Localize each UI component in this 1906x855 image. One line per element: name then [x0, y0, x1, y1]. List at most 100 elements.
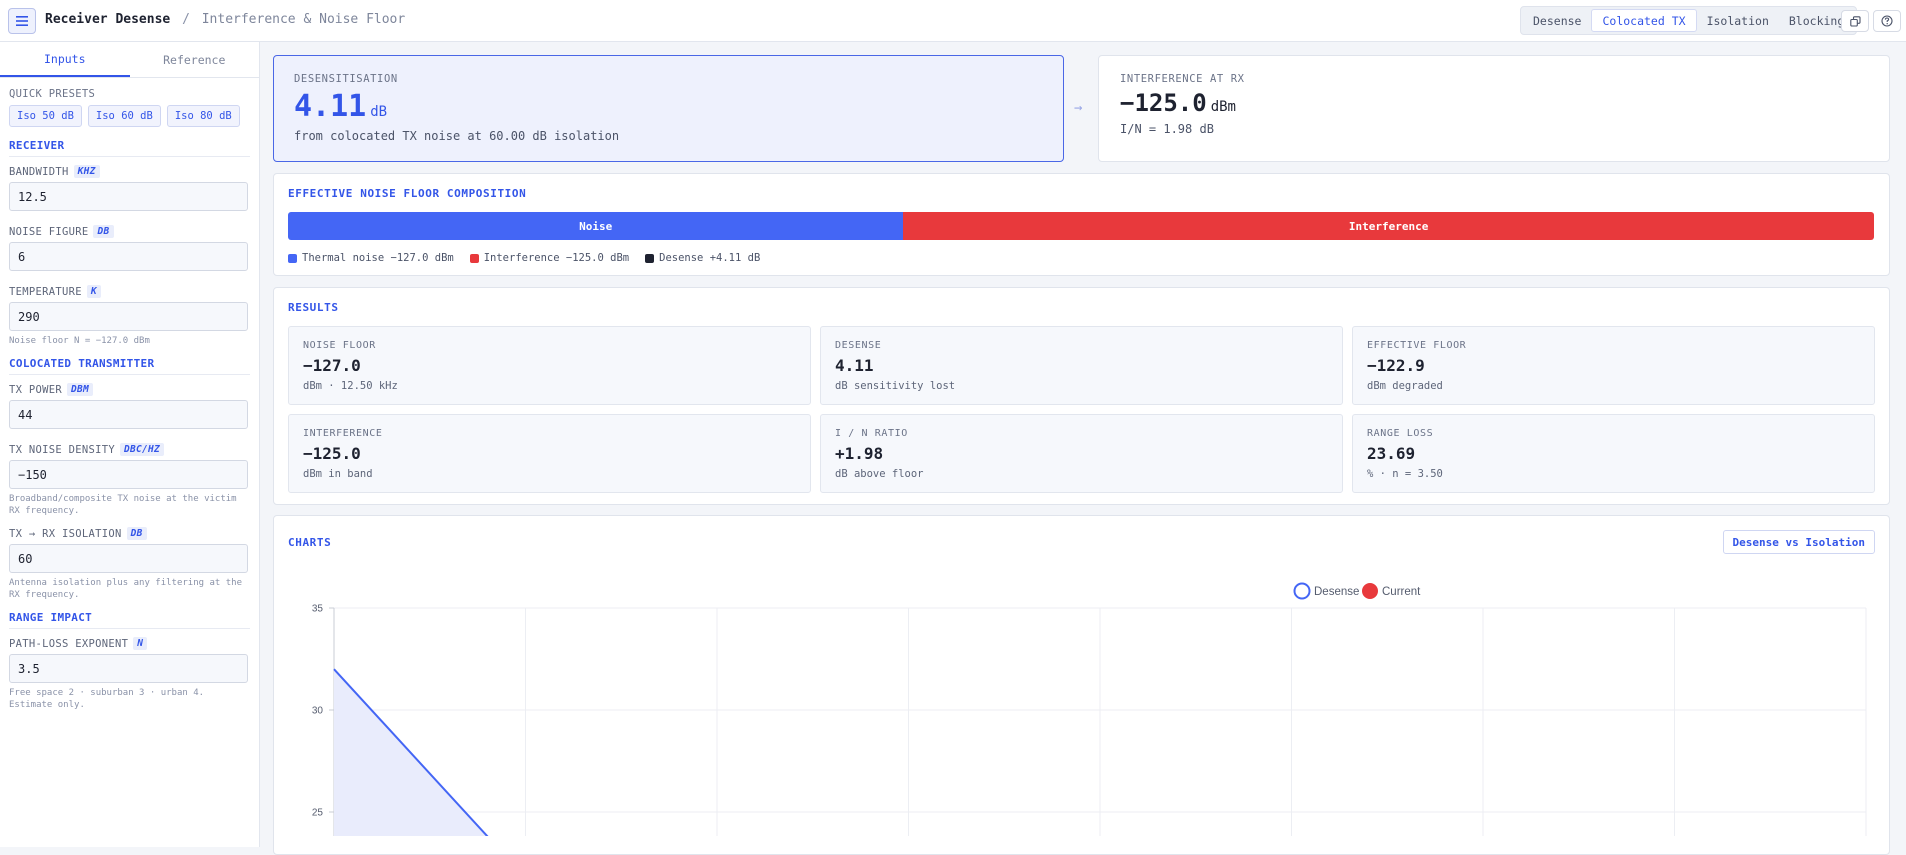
result-sub: dB above floor: [835, 468, 924, 480]
tab-isolation[interactable]: Isolation: [1697, 9, 1779, 32]
result-sub: % · n = 3.50: [1367, 468, 1443, 480]
chart-legend-label-current: Current: [1382, 586, 1421, 598]
tab-desense[interactable]: Desense: [1523, 9, 1591, 32]
chart-desense-area: [334, 669, 488, 836]
copy-icon: [1849, 15, 1861, 27]
legend-text-desense: Desense +4.11 dB: [659, 252, 761, 264]
result-value: 23.69: [1367, 444, 1416, 463]
bandwidth-input[interactable]: 12.5: [9, 182, 248, 211]
result-sub: dB sensitivity lost: [835, 380, 956, 392]
bandwidth-label: BANDWIDTH KHZ: [9, 165, 250, 178]
bandwidth-unit-badge: KHZ: [73, 165, 100, 178]
composition-segment-noise: Noise: [288, 212, 904, 240]
preset-iso-50[interactable]: Iso 50 dB: [9, 105, 82, 127]
result-sub: dBm degraded: [1367, 380, 1443, 392]
app-title: Receiver Desense: [45, 12, 171, 27]
desense-hero-value: 4.11: [294, 89, 367, 124]
desense-hero-sub: from colocated TX noise at 60.00 dB isol…: [294, 129, 620, 143]
sidebar-tab-inputs[interactable]: Inputs: [0, 42, 130, 77]
result-tile-range-loss: RANGE LOSS 23.69 % · n = 3.50: [1352, 414, 1875, 493]
preset-iso-60[interactable]: Iso 60 dB: [87, 105, 161, 127]
interference-hero-value: −125.0: [1120, 89, 1207, 117]
result-label: DESENSE: [835, 340, 882, 351]
arrow-icon: →: [1074, 100, 1083, 116]
copy-button[interactable]: [1841, 10, 1869, 32]
sidebar-tabs: Inputs Reference: [0, 42, 259, 78]
help-button[interactable]: [1873, 10, 1901, 32]
result-label: I / N RATIO: [835, 428, 908, 439]
sidebar-tab-reference[interactable]: Reference: [130, 42, 260, 77]
legend-item-desense: Desense +4.11 dB: [645, 252, 760, 264]
desense-hero-unit: dB: [370, 104, 388, 120]
result-sub: dBm · 12.50 kHz: [303, 380, 398, 392]
noise-figure-label-text: NOISE FIGURE: [9, 225, 89, 238]
page-title: Receiver Desense / Interference & Noise …: [45, 12, 405, 27]
interference-hero-label: INTERFERENCE AT RX: [1120, 73, 1245, 85]
tx-noise-density-unit-badge: DBC/HZ: [119, 443, 165, 456]
desense-hero-value-row: 4.11 dB: [294, 89, 619, 124]
temperature-label-text: TEMPERATURE: [9, 285, 82, 298]
interference-hero-value-row: −125.0 dBm: [1120, 89, 1245, 117]
chart-y-tick-label: 35: [312, 604, 324, 615]
tx-power-label: TX POWER DBM: [9, 383, 250, 396]
chart-legend-marker-desense: [1293, 582, 1311, 600]
desense-hero-card: DESENSITISATION 4.11 dB from colocated TX…: [273, 55, 1064, 162]
charts-card: CHARTS Desense vs Isolation 35 30 25 Desens…: [273, 515, 1890, 855]
legend-text-interference: Interference −125.0 dBm: [483, 252, 630, 264]
preset-iso-80[interactable]: Iso 80 dB: [166, 105, 240, 127]
path-loss-input[interactable]: 3.5: [9, 654, 248, 683]
top-bar: Receiver Desense / Interference & Noise …: [0, 0, 1906, 42]
result-tile-effective-floor: EFFECTIVE FLOOR −122.9 dBm degraded: [1352, 326, 1875, 405]
tx-noise-density-input[interactable]: −150: [9, 460, 248, 489]
bandwidth-label-text: BANDWIDTH: [9, 165, 69, 178]
chart-y-tick-label: 30: [312, 706, 324, 717]
desense-hero-label: DESENSITISATION: [294, 73, 398, 85]
result-value: −122.9: [1367, 356, 1425, 375]
quick-presets-label: QUICK PRESETS: [9, 88, 96, 100]
result-sub: dBm in band: [303, 468, 373, 480]
composition-bar: Noise Interference: [288, 212, 1874, 240]
result-tile-desense: DESENSE 4.11 dB sensitivity lost: [820, 326, 1343, 405]
temperature-input[interactable]: 290: [9, 302, 248, 331]
isolation-input[interactable]: 60: [9, 544, 248, 573]
path-loss-label: PATH-LOSS EXPONENT N: [9, 637, 250, 650]
result-label: EFFECTIVE FLOOR: [1367, 340, 1467, 351]
composition-title: EFFECTIVE NOISE FLOOR COMPOSITION: [288, 187, 527, 200]
result-tile-noise-floor: NOISE FLOOR −127.0 dBm · 12.50 kHz: [288, 326, 811, 405]
result-value: 4.11: [835, 356, 874, 375]
sidebar: Inputs Reference QUICK PRESETS Iso 50 dB…: [0, 42, 260, 847]
tab-colocated-tx[interactable]: Colocated TX: [1591, 9, 1697, 32]
noise-figure-unit-badge: DB: [93, 225, 114, 238]
tx-noise-density-label: TX NOISE DENSITY DBC/HZ: [9, 443, 250, 456]
result-label: RANGE LOSS: [1367, 428, 1434, 439]
transmitter-section-title: COLOCATED TRANSMITTER: [9, 357, 250, 375]
receiver-section-title: RECEIVER: [9, 139, 250, 157]
temperature-unit-badge: K: [86, 285, 101, 298]
composition-segment-interference: Interference: [903, 212, 1874, 240]
interference-hero-unit: dBm: [1210, 99, 1236, 115]
menu-icon: [16, 16, 28, 26]
chart-legend-label-desense: Desense: [1314, 586, 1359, 598]
path-loss-hint: Free space 2 · suburban 3 · urban 4. Est…: [9, 688, 205, 710]
path-loss-label-text: PATH-LOSS EXPONENT: [9, 637, 129, 650]
results-card: RESULTS NOISE FLOOR −127.0 dBm · 12.50 k…: [273, 287, 1890, 505]
interference-hero-sub: I/N = 1.98 dB: [1120, 122, 1214, 136]
menu-button[interactable]: [8, 8, 36, 34]
isolation-label-text: TX → RX ISOLATION: [9, 527, 122, 540]
help-icon: [1881, 15, 1893, 27]
legend-swatch-thermal-noise: [288, 253, 297, 263]
chart-legend-marker-current: [1362, 583, 1378, 599]
title-separator: /: [182, 12, 190, 27]
tx-power-input[interactable]: 44: [9, 400, 248, 429]
result-value: −127.0: [303, 356, 361, 375]
result-tile-interference: INTERFERENCE −125.0 dBm in band: [288, 414, 811, 493]
noise-figure-label: NOISE FIGURE DB: [9, 225, 250, 238]
results-title: RESULTS: [288, 301, 339, 314]
result-label: NOISE FLOOR: [303, 340, 376, 351]
noise-figure-input[interactable]: 6: [9, 242, 248, 271]
tx-noise-density-label-text: TX NOISE DENSITY: [9, 443, 115, 456]
legend-item-interference: Interference −125.0 dBm: [469, 252, 630, 264]
result-tile-in-ratio: I / N RATIO +1.98 dB above floor: [820, 414, 1343, 493]
tx-power-unit-badge: DBM: [66, 383, 94, 396]
desense-chart: 35 30 25 Desense Current: [312, 582, 1867, 836]
